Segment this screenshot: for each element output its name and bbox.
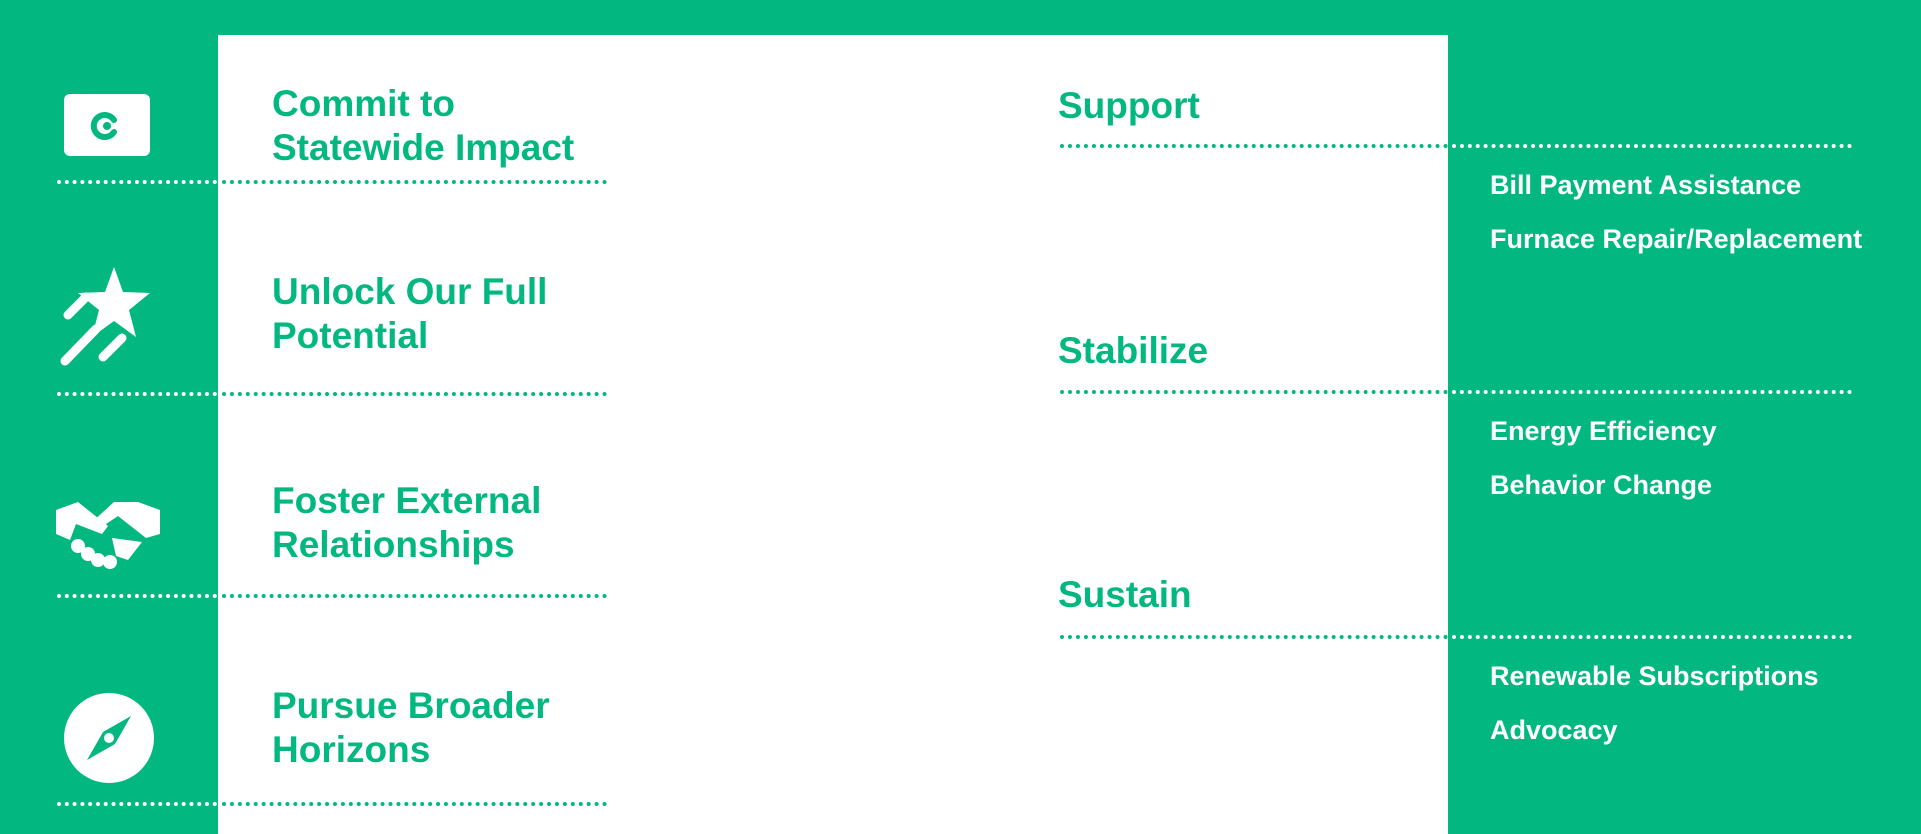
pillar-title-support: Support [1058, 85, 1200, 126]
service-item: Furnace Repair/Replacement [1490, 224, 1863, 254]
shooting-star-icon [60, 265, 156, 369]
pillar-title-stabilize: Stabilize [1058, 330, 1209, 371]
service-item: Bill Payment Assistance [1490, 170, 1802, 200]
service-item: Renewable Subscriptions [1490, 661, 1819, 691]
goal-line-2: Relationships [272, 524, 515, 565]
compass-icon [63, 692, 155, 784]
goal-line-1: Unlock Our Full [272, 271, 548, 312]
divider-dotted [1060, 635, 1448, 639]
goal-line-1: Pursue Broader [272, 685, 550, 726]
divider-dotted [222, 594, 607, 598]
goal-line-1: Foster External [272, 480, 542, 521]
divider-dotted [222, 180, 607, 184]
goal-line-2: Horizons [272, 729, 431, 770]
handshake-icon [56, 494, 160, 572]
colorado-flag-icon [64, 94, 150, 158]
divider-dotted [222, 802, 607, 806]
pillar-title-sustain: Sustain [1058, 574, 1192, 615]
goal-line-2: Statewide Impact [272, 127, 575, 168]
divider-dotted [1452, 635, 1852, 639]
divider-dotted [1060, 390, 1448, 394]
service-item: Energy Efficiency [1490, 416, 1717, 446]
service-item: Advocacy [1490, 715, 1618, 745]
divider-dotted [57, 802, 217, 806]
divider-dotted [57, 594, 217, 598]
service-item: Behavior Change [1490, 470, 1713, 500]
divider-dotted [1452, 390, 1852, 394]
divider-dotted [57, 180, 217, 184]
divider-dotted [57, 392, 217, 396]
divider-dotted [222, 392, 607, 396]
divider-dotted [1452, 144, 1852, 148]
divider-dotted [1060, 144, 1448, 148]
goal-line-2: Potential [272, 315, 429, 356]
goal-line-1: Commit to [272, 83, 455, 124]
